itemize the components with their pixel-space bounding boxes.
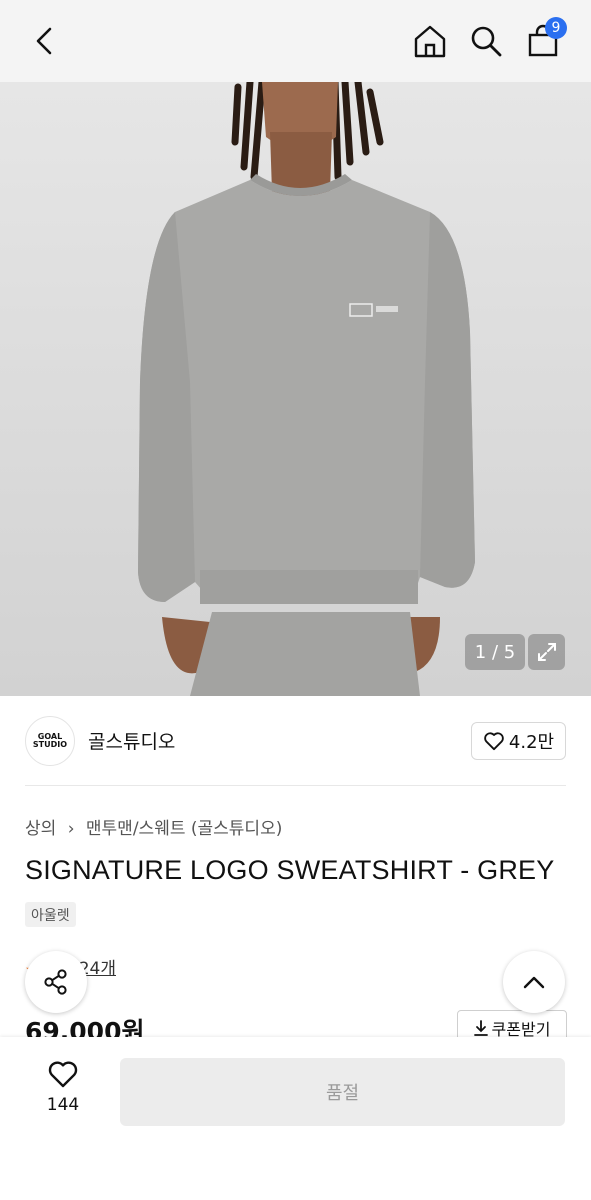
breadcrumb-item[interactable]: 맨투맨/스웨트 (골스튜디오) [86, 819, 282, 839]
product-photo [0, 82, 591, 696]
home-button[interactable] [408, 19, 452, 63]
download-icon [473, 1020, 488, 1036]
share-icon [44, 969, 67, 995]
expand-icon [537, 643, 556, 661]
breadcrumb-item[interactable]: 상의 [25, 819, 56, 839]
scroll-to-top-button[interactable] [503, 951, 565, 1013]
wishlist-button[interactable]: 144 [25, 1059, 101, 1129]
breadcrumb: 상의 › 맨투맨/스웨트 (골스튜디오) [25, 814, 282, 839]
chevron-up-icon [523, 976, 545, 989]
home-icon [414, 25, 446, 58]
brand-name[interactable]: 골스튜디오 [88, 727, 175, 754]
outlet-tag: 아울렛 [25, 902, 76, 927]
share-button[interactable] [25, 951, 87, 1013]
heart-icon [484, 732, 504, 751]
search-button[interactable] [464, 19, 508, 63]
brand-like-button[interactable]: 4.2만 [471, 722, 566, 760]
divider [25, 785, 566, 786]
brand-logo[interactable]: GOAL STUDIO [25, 716, 75, 766]
chevron-left-icon [36, 27, 52, 55]
cart-count-badge: 9 [545, 17, 567, 39]
product-title: SIGNATURE LOGO SWEATSHIRT - GREY [25, 855, 555, 885]
expand-image-button[interactable] [528, 634, 565, 670]
brand-row: GOAL STUDIO 골스튜디오 4.2만 [25, 716, 566, 766]
top-navigation-bar: 9 [0, 0, 591, 82]
search-icon [471, 26, 502, 57]
product-image[interactable] [0, 82, 591, 696]
back-button[interactable] [22, 19, 66, 63]
sold-out-button[interactable]: 품절 [120, 1058, 565, 1126]
image-counter: 1 / 5 [465, 634, 525, 670]
brand-logo-line2: STUDIO [32, 740, 68, 749]
wishlist-count: 144 [46, 1095, 80, 1115]
chevron-right-icon: › [67, 819, 75, 839]
bottom-action-bar: 144 품절 [0, 1037, 591, 1200]
brand-like-count: 4.2만 [508, 732, 555, 753]
heart-icon [48, 1061, 78, 1088]
cart-button[interactable]: 9 [521, 17, 567, 63]
